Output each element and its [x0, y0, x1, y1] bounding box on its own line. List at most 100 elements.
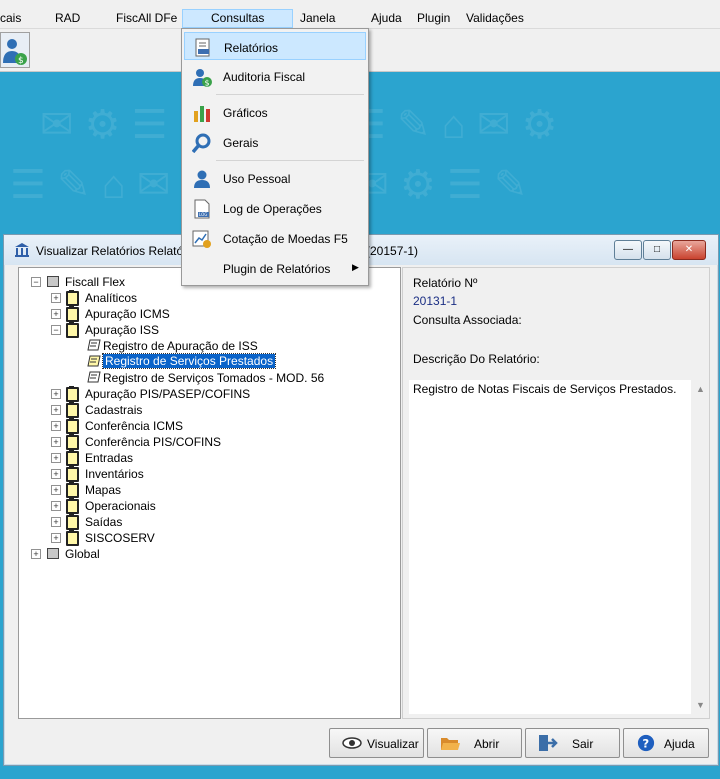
menu-item-label: Uso Pessoal: [223, 172, 291, 186]
folder-icon: [66, 434, 79, 450]
expand-icon[interactable]: +: [51, 421, 61, 431]
expand-icon[interactable]: +: [51, 293, 61, 303]
sair-button[interactable]: Sair: [525, 728, 620, 758]
expand-icon[interactable]: +: [51, 533, 61, 543]
description-scrollbar[interactable]: ▲ ▼: [692, 380, 708, 714]
help-icon: ?: [637, 734, 655, 752]
menu-rad[interactable]: RAD: [55, 11, 80, 25]
tree-node-label: Analíticos: [85, 291, 138, 305]
folder-icon: [66, 530, 79, 546]
report-number-value: 20131-1: [413, 294, 458, 308]
window-title-suffix: (20157-1): [366, 244, 419, 258]
expand-icon[interactable]: +: [51, 405, 61, 415]
folder-icon: [66, 386, 79, 402]
menu-item-plugin-relatorios[interactable]: Plugin de Relatórios ▶: [184, 254, 366, 282]
folder-icon: [66, 514, 79, 530]
scroll-up-icon[interactable]: ▲: [696, 384, 705, 394]
folder-icon: [66, 498, 79, 514]
svg-text:?: ?: [642, 737, 649, 751]
menu-separator: [216, 160, 364, 161]
svg-text:$: $: [18, 56, 24, 66]
reports-tree[interactable]: − Fiscall Flex + Analíticos + Apuração I…: [18, 267, 401, 719]
expand-icon[interactable]: +: [51, 469, 61, 479]
menu-fiscais[interactable]: cais: [0, 11, 21, 25]
abrir-button-label: Abrir: [474, 737, 500, 751]
menu-ajuda[interactable]: Ajuda: [371, 11, 402, 25]
report-sheet-icon: [87, 370, 101, 385]
expand-icon[interactable]: +: [51, 437, 61, 447]
menu-item-label: Cotação de Moedas F5: [223, 232, 348, 246]
associated-query-label: Consulta Associada:: [413, 313, 522, 327]
visualizar-button[interactable]: Visualizar: [329, 728, 424, 758]
menu-fiscall-dfe[interactable]: FiscAll DFe: [116, 11, 177, 25]
menu-validacoes[interactable]: Validações: [466, 11, 524, 25]
svg-text:LOG: LOG: [199, 212, 207, 217]
menu-item-graficos[interactable]: Gráficos: [184, 98, 366, 126]
expand-icon[interactable]: +: [51, 485, 61, 495]
tree-node-label: Apuração ISS: [85, 323, 160, 337]
svg-text:$: $: [205, 79, 210, 88]
menu-plugin[interactable]: Plugin: [417, 11, 450, 25]
bank-icon: [15, 243, 29, 257]
menu-item-label: Auditoria Fiscal: [223, 70, 306, 84]
folder-icon: [66, 450, 79, 466]
expand-icon[interactable]: +: [51, 517, 61, 527]
tree-node-label: Global: [65, 547, 100, 561]
ajuda-button[interactable]: ? Ajuda: [623, 728, 709, 758]
menu-item-auditoria-fiscal[interactable]: $ Auditoria Fiscal: [184, 62, 366, 90]
exit-door-icon: [539, 735, 558, 751]
tree-node-label: Saídas: [85, 515, 123, 529]
computer-icon: [47, 276, 59, 287]
computer-icon: [47, 548, 59, 559]
minimize-button[interactable]: —: [614, 240, 642, 260]
menu-item-relatorios[interactable]: Relatórios: [184, 32, 366, 60]
report-icon: [195, 38, 210, 57]
expand-icon[interactable]: +: [31, 549, 41, 559]
tree-node-label: SISCOSERV: [85, 531, 155, 545]
menu-item-label: Log de Operações: [223, 202, 322, 216]
folder-icon: [66, 322, 79, 338]
reports-window: Visualizar Relatórios Relatóri (20157-1)…: [3, 234, 719, 766]
sair-button-label: Sair: [572, 737, 594, 751]
menu-item-log-operacoes[interactable]: LOG Log de Operações: [184, 194, 366, 222]
collapse-icon[interactable]: −: [31, 277, 41, 287]
tree-node-label: Registro de Apuração de ISS: [103, 339, 258, 353]
report-sheet-icon: [87, 338, 101, 353]
folder-icon: [66, 306, 79, 322]
folder-icon: [66, 418, 79, 434]
close-button[interactable]: ✕: [672, 240, 706, 260]
expand-icon[interactable]: +: [51, 389, 61, 399]
folder-open-icon: [441, 738, 460, 750]
window-title: Visualizar Relatórios Relatóri: [36, 244, 190, 258]
menu-item-gerais[interactable]: Gerais: [184, 128, 366, 156]
button-bar: Visualizar Abrir Sair ? Ajuda: [4, 725, 718, 765]
folder-icon: [66, 482, 79, 498]
expand-icon[interactable]: +: [51, 453, 61, 463]
abrir-button[interactable]: Abrir: [427, 728, 522, 758]
menubar: cais RAD FiscAll DFe Consultas Janela Aj…: [0, 0, 720, 29]
consultas-dropdown: Relatórios $ Auditoria Fiscal Gráficos G…: [181, 28, 369, 286]
tree-node-label: Registro de Serviços Tomados - MOD. 56: [103, 371, 325, 385]
menu-janela[interactable]: Janela: [300, 11, 335, 25]
tree-node-label: Cadastrais: [85, 403, 143, 417]
menu-item-cotacao-moedas[interactable]: Cotação de Moedas F5: [184, 224, 366, 252]
expand-icon[interactable]: +: [51, 501, 61, 511]
tree-node-label: Mapas: [85, 483, 122, 497]
tree-node-label: Registro de Serviços Prestados: [101, 353, 277, 369]
folder-icon: [66, 290, 79, 306]
collapse-icon[interactable]: −: [51, 325, 61, 335]
menu-item-label: Relatórios: [224, 41, 279, 55]
menu-item-uso-pessoal[interactable]: Uso Pessoal: [184, 164, 366, 192]
menu-consultas[interactable]: Consultas: [182, 9, 294, 28]
tree-node-label: Operacionais: [85, 499, 156, 513]
toolbar-audit-button[interactable]: $: [0, 32, 30, 68]
folder-icon: [66, 466, 79, 482]
scroll-down-icon[interactable]: ▼: [696, 700, 705, 710]
folder-icon: [66, 402, 79, 418]
description-label: Descrição Do Relatório:: [413, 352, 540, 366]
maximize-button[interactable]: □: [643, 240, 671, 260]
description-textarea[interactable]: Registro de Notas Fiscais de Serviços Pr…: [409, 380, 691, 714]
log-file-icon: LOG: [194, 199, 210, 219]
expand-icon[interactable]: +: [51, 309, 61, 319]
tree-node-label: Conferência ICMS: [85, 419, 184, 433]
